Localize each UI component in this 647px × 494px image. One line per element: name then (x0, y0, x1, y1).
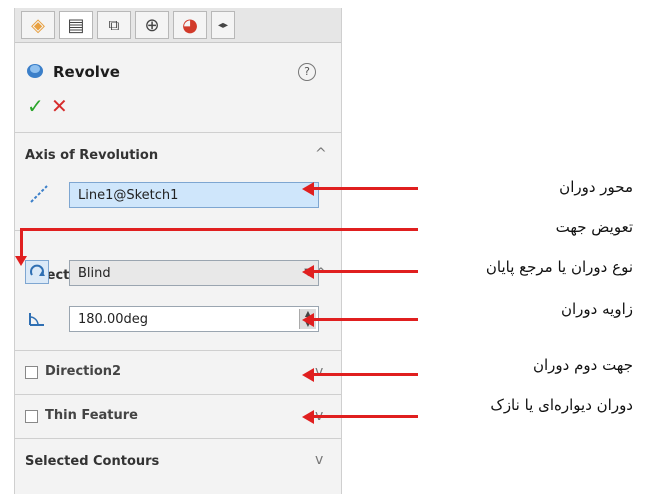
feature-title-text: Revolve (53, 63, 120, 81)
axis-section-heading: Axis of Revolution (25, 148, 159, 163)
thin-feature-callout-line (312, 415, 418, 418)
reverse-direction-annotation: تعویض جهت (555, 218, 633, 236)
display-manager-tab[interactable]: ◕ (173, 11, 207, 39)
angle-input[interactable]: 180.00deg ▲ ▼ (69, 306, 319, 332)
thin-feature-label: Thin Feature (45, 408, 138, 423)
axis-callout-line (312, 187, 418, 190)
end-condition-annotation: نوع دوران یا مرجع پایان (485, 258, 633, 276)
property-manager-icon: ▤ (67, 14, 85, 36)
thin-feature-checkbox[interactable] (25, 410, 38, 423)
reverse-direction-icon (30, 264, 45, 276)
end-condition-value: Blind (78, 265, 111, 281)
reverse-direction-callout-line (20, 228, 418, 231)
tab-strip: ◈ ▤ ⧉ ⊕ ◕ ◂▸ (15, 8, 341, 43)
configuration-manager-tab[interactable]: ⧉ (97, 11, 131, 39)
axis-selection-field[interactable]: Line1@Sketch1 (69, 182, 319, 208)
dimxpert-manager-tab[interactable]: ⊕ (135, 11, 169, 39)
angle-callout-line (312, 318, 418, 321)
section-divider (15, 438, 341, 439)
selected-contours-expand-icon[interactable]: v (315, 452, 323, 468)
end-condition-select[interactable]: Blind ▼ (69, 260, 319, 286)
cancel-button[interactable]: ✕ (51, 94, 68, 118)
direction2-annotation: جهت دوم دوران (532, 356, 633, 374)
thin-feature-annotation: دوران دیواره‌ای یا نازک (490, 396, 633, 414)
reverse-direction-button[interactable] (25, 260, 49, 284)
reverse-direction-arrowhead (15, 256, 27, 266)
axis-line-icon (27, 182, 51, 206)
scroll-arrows-icon: ◂▸ (217, 19, 229, 31)
section-divider (15, 132, 341, 133)
crosshair-icon: ⊕ (144, 14, 160, 36)
angle-icon (25, 306, 49, 330)
configuration-manager-icon: ⧉ (108, 16, 120, 34)
angle-value: 180.00deg (78, 311, 148, 327)
reverse-direction-callout-drop (20, 228, 23, 258)
direction2-label: Direction2 (45, 364, 122, 379)
angle-annotation: زاویه دوران (561, 300, 633, 318)
direction2-callout-line (312, 373, 418, 376)
help-icon[interactable]: ? (298, 63, 316, 81)
tab-scroll-arrows[interactable]: ◂▸ (211, 11, 235, 39)
section-divider (15, 350, 341, 351)
property-manager-tab[interactable]: ▤ (59, 11, 93, 39)
feature-manager-icon: ◈ (31, 14, 45, 36)
property-manager-panel: ◈ ▤ ⧉ ⊕ ◕ ◂▸ Revolve ? ✓ ✕ Axis of Revol… (14, 8, 342, 494)
axis-collapse-icon[interactable]: ^ (315, 146, 327, 162)
section-divider (15, 394, 341, 395)
end-condition-callout-line (312, 270, 418, 273)
display-manager-icon: ◕ (182, 14, 198, 36)
revolve-icon (25, 60, 45, 84)
selected-contours-heading: Selected Contours (25, 454, 160, 469)
ok-button[interactable]: ✓ (27, 94, 44, 118)
direction2-checkbox[interactable] (25, 366, 38, 379)
feature-title: Revolve (25, 60, 120, 84)
axis-annotation: محور دوران (559, 178, 633, 196)
direction2-expand-icon[interactable]: v (315, 364, 323, 380)
feature-manager-tab[interactable]: ◈ (21, 11, 55, 39)
